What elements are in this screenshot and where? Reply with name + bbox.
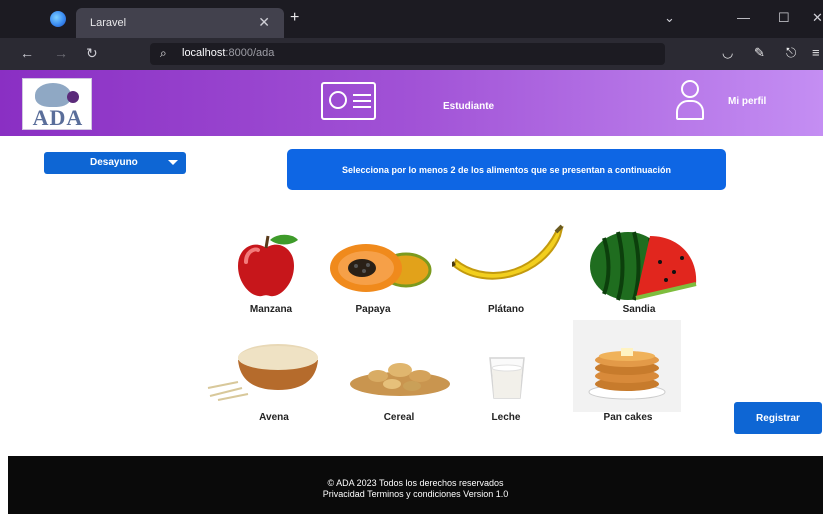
food-item-sandia[interactable] <box>588 228 700 302</box>
food-label-leche: Leche <box>491 412 521 423</box>
food-label-papaya: Papaya <box>355 304 391 315</box>
close-window-icon[interactable]: ✕ <box>812 10 823 26</box>
firefox-icon <box>50 11 66 27</box>
instruction-text: Selecciona por lo menos 2 de los aliment… <box>341 164 672 175</box>
milk-glass-image <box>489 357 525 399</box>
menu-icon[interactable]: ≡ <box>812 45 820 60</box>
search-icon: ⌕ <box>160 46 167 60</box>
new-tab-icon[interactable]: + <box>290 9 299 27</box>
oats-image <box>207 344 318 401</box>
forward-icon[interactable]: → <box>54 45 68 61</box>
register-button[interactable]: Registrar <box>734 402 822 434</box>
food-item-avena[interactable] <box>204 338 322 404</box>
food-item-platano[interactable] <box>450 224 564 286</box>
cereal-image <box>350 363 450 396</box>
share-icon[interactable]: ⎋ <box>786 45 796 61</box>
user-icon[interactable] <box>676 80 704 122</box>
footer: © ADA 2023 Todos los derechos reservados… <box>8 456 823 514</box>
tab-title: Laravel <box>90 17 127 29</box>
food-label-pancakes: Pan cakes <box>603 412 653 423</box>
footer-copyright: © ADA 2023 Todos los derechos reservados <box>327 478 504 488</box>
food-label-manzana: Manzana <box>249 304 293 315</box>
pancakes-image <box>588 348 666 400</box>
browser-tab[interactable]: Laravel ✕ <box>76 8 284 38</box>
food-label-platano: Plátano <box>487 304 525 315</box>
browser-tab-bar: Laravel ✕ + ⌄ — ☐ ✕ <box>0 0 823 38</box>
certificate-icon[interactable] <box>321 82 376 120</box>
student-link[interactable]: Estudiante <box>443 101 494 112</box>
meal-select-value: Desayuno <box>90 157 138 168</box>
pocket-icon[interactable]: ◡ <box>722 45 733 61</box>
food-label-cereal: Cereal <box>383 412 415 423</box>
food-item-manzana[interactable] <box>232 232 300 300</box>
logo-text: ADA <box>32 105 84 130</box>
register-button-label: Registrar <box>756 412 800 424</box>
reload-icon[interactable]: ↻ <box>86 45 98 62</box>
apple-image <box>238 234 298 297</box>
food-item-leche[interactable] <box>488 354 526 400</box>
elephant-icon <box>35 83 71 107</box>
url-text: localhost:8000/ada <box>182 47 275 59</box>
instruction-banner: Selecciona por lo menos 2 de los aliment… <box>287 149 726 190</box>
profile-link[interactable]: Mi perfil <box>728 96 766 107</box>
food-item-papaya[interactable] <box>328 238 432 296</box>
food-item-cereal[interactable] <box>348 354 452 398</box>
dropdown-caret-icon <box>168 160 178 165</box>
address-bar[interactable]: ⌕ localhost:8000/ada <box>150 43 665 65</box>
maximize-icon[interactable]: ☐ <box>778 10 790 26</box>
browser-nav-bar: ← → ↻ ⌕ localhost:8000/ada ◡ ✎ ⎋ ≡ <box>0 38 823 70</box>
food-label-avena: Avena <box>259 412 289 423</box>
banana-image <box>450 224 564 280</box>
close-tab-icon[interactable]: ✕ <box>258 14 270 31</box>
footer-links[interactable]: Privacidad Terminos y condiciones Versio… <box>8 489 823 499</box>
back-icon[interactable]: ← <box>20 45 34 61</box>
watermelon-image <box>590 231 697 301</box>
grapes-icon <box>67 91 79 103</box>
meal-select[interactable]: Desayuno <box>44 152 186 174</box>
food-item-pancakes[interactable] <box>573 320 681 412</box>
minimize-icon[interactable]: — <box>737 10 750 25</box>
ada-logo[interactable]: ADA <box>22 78 92 130</box>
food-label-sandia: Sandia <box>622 304 656 315</box>
tab-list-chevron-icon[interactable]: ⌄ <box>664 10 675 26</box>
app-header: ADA Estudiante Mi perfil <box>0 70 823 136</box>
papaya-image <box>330 244 432 292</box>
extensions-icon[interactable]: ✎ <box>754 45 765 61</box>
